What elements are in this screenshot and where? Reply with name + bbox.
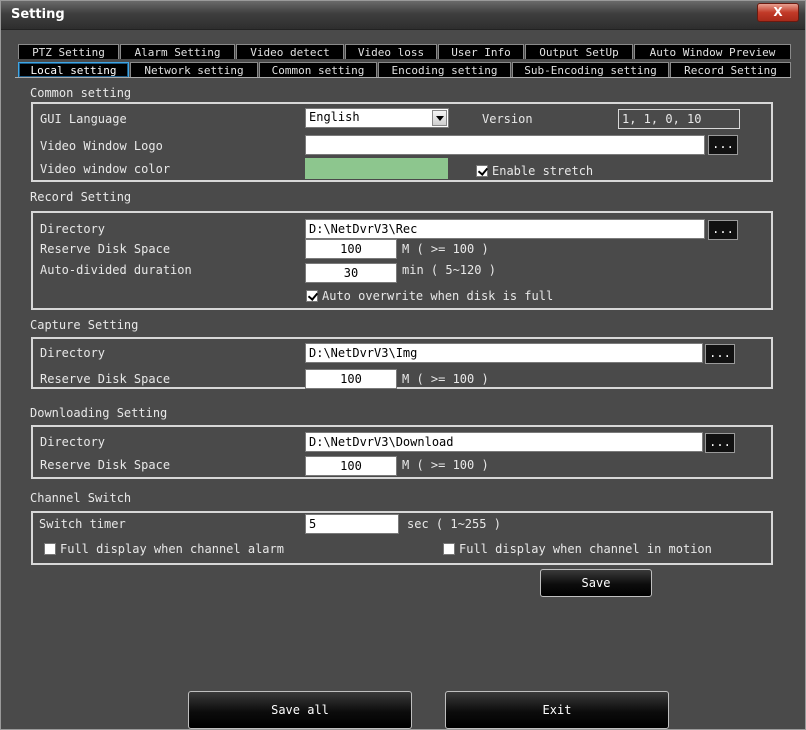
window-title: Setting bbox=[11, 7, 65, 22]
capture-directory-input[interactable]: D:\NetDvrV3\Img bbox=[305, 343, 703, 363]
tab-auto-window-preview[interactable]: Auto Window Preview bbox=[634, 44, 791, 59]
gui-language-label: GUI Language bbox=[40, 112, 127, 126]
logo-path-input[interactable] bbox=[305, 135, 705, 155]
tab-network-setting[interactable]: Network setting bbox=[130, 62, 258, 77]
record-directory-input[interactable]: D:\NetDvrV3\Rec bbox=[305, 219, 705, 239]
capture-reserve-unit: M ( >= 100 ) bbox=[402, 372, 489, 386]
download-setting-title: Downloading Setting bbox=[30, 406, 168, 420]
tab-common-setting[interactable]: Common setting bbox=[259, 62, 377, 77]
record-reserve-label: Reserve Disk Space bbox=[40, 242, 171, 256]
motion-display-label: Full display when channel in motion bbox=[459, 542, 712, 556]
record-reserve-input[interactable]: 100 bbox=[305, 239, 397, 259]
exit-button[interactable]: Exit bbox=[445, 691, 669, 729]
window-color-swatch[interactable] bbox=[305, 158, 448, 179]
tab-encoding-setting[interactable]: Encoding setting bbox=[378, 62, 511, 77]
settings-window: Setting X PTZ Setting Alarm Setting Vide… bbox=[0, 0, 806, 730]
capture-reserve-label: Reserve Disk Space bbox=[40, 372, 171, 386]
switch-timer-unit: sec ( 1~255 ) bbox=[407, 517, 501, 531]
alarm-display-label: Full display when channel alarm bbox=[60, 542, 284, 556]
record-reserve-unit: M ( >= 100 ) bbox=[402, 242, 489, 256]
tab-video-loss[interactable]: Video loss bbox=[345, 44, 437, 59]
gui-language-value: English bbox=[309, 110, 360, 124]
tab-ptz-setting[interactable]: PTZ Setting bbox=[18, 44, 119, 59]
record-setting-title: Record Setting bbox=[30, 190, 132, 204]
switch-timer-label: Switch timer bbox=[39, 517, 126, 531]
download-reserve-label: Reserve Disk Space bbox=[40, 458, 171, 472]
record-directory-label: Directory bbox=[40, 222, 106, 236]
tab-output-setup[interactable]: Output SetUp bbox=[525, 44, 633, 59]
download-directory-label: Directory bbox=[40, 435, 106, 449]
gui-language-select[interactable]: English bbox=[305, 108, 449, 128]
overwrite-label: Auto overwrite when disk is full bbox=[322, 289, 554, 303]
tab-local-setting[interactable]: Local setting bbox=[18, 62, 129, 77]
overwrite-checkbox[interactable] bbox=[306, 290, 318, 302]
save-button[interactable]: Save bbox=[540, 569, 652, 597]
stretch-label: Enable stretch bbox=[492, 164, 594, 178]
duration-input[interactable]: 30 bbox=[305, 263, 397, 283]
motion-display-checkbox[interactable] bbox=[443, 543, 455, 555]
capture-setting-title: Capture Setting bbox=[30, 318, 139, 332]
download-browse-button[interactable]: ... bbox=[705, 433, 735, 453]
version-field: 1, 1, 0, 10 bbox=[618, 109, 740, 129]
switch-timer-input[interactable]: 5 bbox=[305, 514, 399, 534]
title-bar: Setting X bbox=[1, 1, 805, 30]
window-color-label: Video window color bbox=[40, 162, 171, 176]
tab-strip-divider bbox=[15, 77, 791, 78]
capture-browse-button[interactable]: ... bbox=[705, 344, 735, 364]
download-reserve-unit: M ( >= 100 ) bbox=[402, 458, 489, 472]
tab-record-setting[interactable]: Record Setting bbox=[670, 62, 791, 77]
save-all-button[interactable]: Save all bbox=[188, 691, 412, 729]
channel-switch-title: Channel Switch bbox=[30, 491, 132, 505]
channel-switch-group bbox=[31, 511, 773, 565]
tab-sub-encoding-setting[interactable]: Sub-Encoding setting bbox=[512, 62, 669, 77]
duration-unit: min ( 5~120 ) bbox=[402, 263, 496, 277]
stretch-checkbox[interactable] bbox=[476, 165, 488, 177]
capture-reserve-input[interactable]: 100 bbox=[305, 369, 397, 389]
close-button[interactable]: X bbox=[757, 3, 799, 22]
download-reserve-input[interactable]: 100 bbox=[305, 456, 397, 476]
alarm-display-checkbox[interactable] bbox=[44, 543, 56, 555]
tab-alarm-setting[interactable]: Alarm Setting bbox=[120, 44, 235, 59]
version-label: Version bbox=[482, 112, 533, 126]
tab-user-info[interactable]: User Info bbox=[438, 44, 524, 59]
logo-browse-button[interactable]: ... bbox=[708, 135, 738, 155]
chevron-down-icon[interactable] bbox=[432, 110, 447, 126]
record-browse-button[interactable]: ... bbox=[708, 220, 738, 240]
capture-directory-label: Directory bbox=[40, 346, 106, 360]
logo-label: Video Window Logo bbox=[40, 139, 163, 153]
tab-video-detect[interactable]: Video detect bbox=[236, 44, 344, 59]
common-setting-title: Common setting bbox=[30, 86, 132, 100]
duration-label: Auto-divided duration bbox=[40, 263, 192, 277]
download-directory-input[interactable]: D:\NetDvrV3\Download bbox=[305, 432, 703, 452]
